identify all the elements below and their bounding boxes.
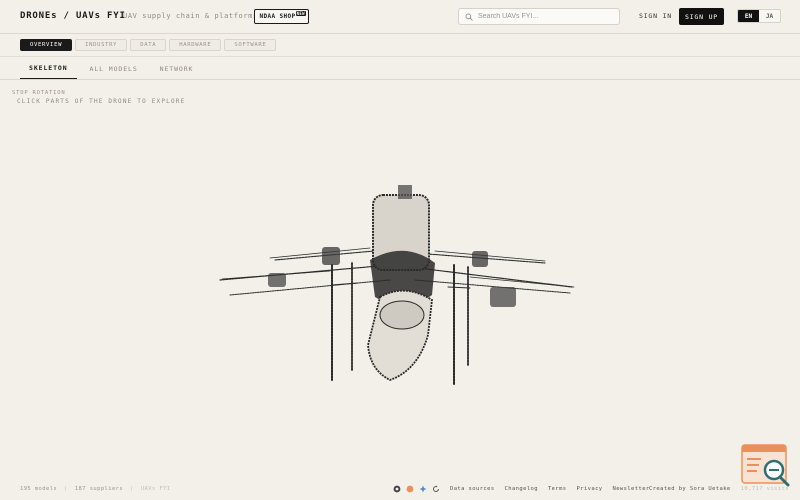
separator: |: [64, 486, 68, 492]
stop-rotation-button[interactable]: STOP ROTATION: [12, 90, 65, 96]
sparkle-icon[interactable]: [419, 485, 427, 493]
site-brand[interactable]: DRONEs / UAVs FYI: [20, 11, 126, 21]
tab-hardware[interactable]: HARDWARE: [169, 39, 222, 51]
lang-ja-button[interactable]: JA: [759, 10, 780, 22]
divider: [0, 56, 800, 57]
tab-network[interactable]: NETWORK: [151, 58, 203, 79]
divider: [0, 79, 800, 80]
tab-industry[interactable]: INDUSTRY: [75, 39, 128, 51]
tab-all-models[interactable]: ALL MODELS: [81, 58, 147, 79]
producthunt-icon[interactable]: [406, 485, 414, 493]
separator: |: [130, 486, 134, 492]
tab-data[interactable]: DATA: [130, 39, 167, 51]
sign-up-button[interactable]: SIGN UP: [679, 8, 724, 25]
github-icon[interactable]: [393, 485, 401, 493]
search-icon: [465, 13, 473, 21]
ndaa-shop-button[interactable]: NDAA SHOP NEW: [254, 9, 309, 24]
tab-software[interactable]: SOFTWARE: [224, 39, 277, 51]
view-tabs: SKELETON ALL MODELS NETWORK: [20, 58, 206, 79]
footer: 195 models | 187 suppliers | UAVs FYI Da…: [0, 480, 800, 500]
footer-icons: [393, 485, 440, 493]
changelog-link[interactable]: Changelog: [505, 486, 538, 492]
sign-in-link[interactable]: SIGN IN: [639, 12, 672, 20]
search-input[interactable]: [478, 13, 618, 20]
tab-skeleton[interactable]: SKELETON: [20, 58, 77, 79]
new-badge: NEW: [295, 11, 306, 16]
privacy-link[interactable]: Privacy: [577, 486, 603, 492]
refresh-icon[interactable]: [432, 485, 440, 493]
terms-link[interactable]: Terms: [548, 486, 567, 492]
data-sources-link[interactable]: Data sources: [450, 486, 495, 492]
top-header: DRONEs / UAVs FYI UAV supply chain & pla…: [0, 0, 800, 34]
models-count: 195 models: [20, 486, 58, 492]
footer-links: Data sources Changelog Terms Privacy New…: [450, 486, 650, 492]
search-box[interactable]: [458, 8, 620, 25]
newsletter-link[interactable]: Newsletter: [613, 486, 650, 492]
explore-hint: CLICK PARTS OF THE DRONE TO EXPLORE: [17, 98, 186, 105]
lang-en-button[interactable]: EN: [738, 10, 759, 22]
ndaa-shop-label: NDAA SHOP: [259, 13, 296, 20]
language-switcher: EN JA: [737, 9, 781, 23]
drone-skeleton-model[interactable]: [210, 175, 590, 400]
site-name: UAVs FYI: [140, 486, 171, 492]
tab-overview[interactable]: OVERVIEW: [20, 39, 73, 51]
category-tabs: OVERVIEW INDUSTRY DATA HARDWARE SOFTWARE: [20, 39, 277, 51]
site-tagline: UAV supply chain & platforms: [123, 12, 258, 20]
footer-stats: 195 models | 187 suppliers | UAVs FYI: [20, 486, 171, 492]
search-assistant-icon[interactable]: [741, 444, 791, 487]
created-by[interactable]: Created by Sora Uetake: [649, 486, 731, 492]
suppliers-count: 187 suppliers: [74, 486, 124, 492]
